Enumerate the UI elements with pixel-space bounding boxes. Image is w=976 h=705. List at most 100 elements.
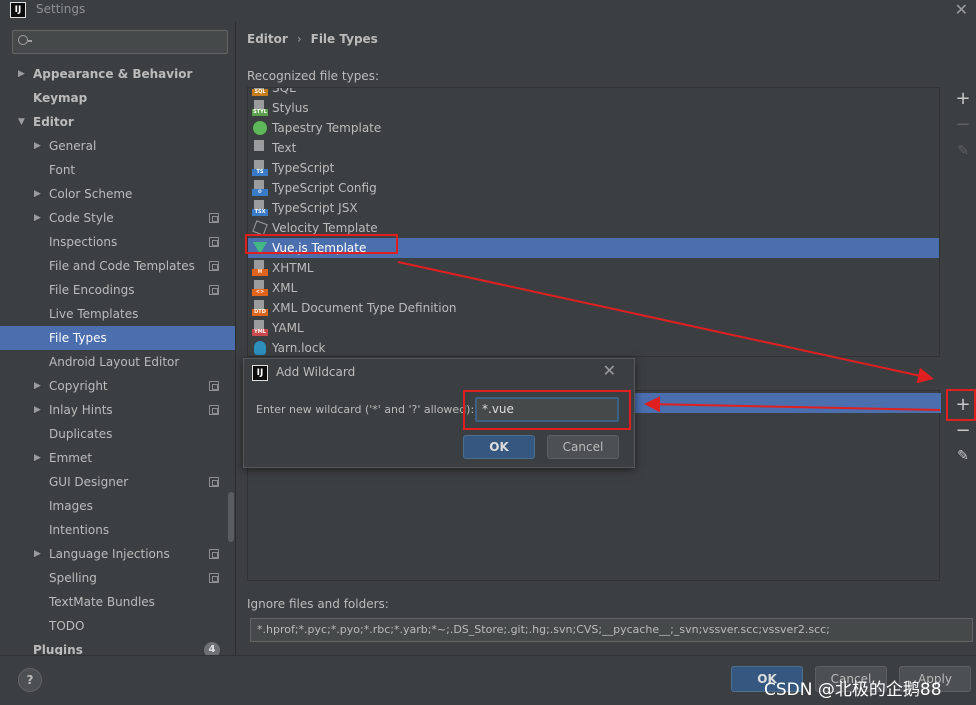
dialog-ok-button[interactable]: OK [463, 435, 535, 459]
dialog-cancel-button[interactable]: Cancel [547, 435, 619, 459]
project-scope-icon [209, 549, 219, 559]
file-type-row[interactable]: <> XML [248, 278, 939, 298]
sidebar-item-images[interactable]: Images [0, 494, 235, 518]
sidebar-item-spelling[interactable]: Spelling [0, 566, 235, 590]
sidebar-item-emmet[interactable]: ▶ Emmet [0, 446, 235, 470]
intellij-app-icon: IJ [10, 2, 26, 18]
breadcrumb: Editor › File Types [247, 32, 378, 46]
sidebar-item-inlay-hints[interactable]: ▶ Inlay Hints [0, 398, 235, 422]
sidebar-item-label: Code Style [49, 211, 114, 225]
typescript-config-icon: ⚙ [252, 180, 268, 196]
file-type-row[interactable]: H XHTML [248, 258, 939, 278]
search-icon [18, 35, 32, 45]
project-scope-icon [209, 285, 219, 295]
sidebar-item-gui-designer[interactable]: GUI Designer [0, 470, 235, 494]
wildcard-prompt-label: Enter new wildcard ('*' and '?' allowed)… [256, 403, 475, 416]
ignore-files-input[interactable]: *.hprof;*.pyc;*.pyo;*.rbc;*.yarb;*~;.DS_… [250, 618, 973, 642]
file-type-row[interactable]: Text [248, 138, 939, 158]
chevron-right-icon[interactable]: ▶ [34, 374, 41, 398]
project-scope-icon [209, 237, 219, 247]
file-type-row[interactable]: TSX TypeScript JSX [248, 198, 939, 218]
file-type-label: XML Document Type Definition [272, 301, 457, 315]
sidebar-item-live-templates[interactable]: Live Templates [0, 302, 235, 326]
sidebar-item-appearance-behavior[interactable]: ▶ Appearance & Behavior [0, 62, 235, 86]
breadcrumb-editor[interactable]: Editor [247, 32, 288, 46]
file-type-label: Tapestry Template [272, 121, 382, 135]
chevron-right-icon[interactable]: ▶ [34, 542, 41, 566]
sidebar-item-label: Inspections [49, 235, 118, 249]
sidebar-item-label: Editor [33, 115, 74, 129]
file-type-row[interactable]: DTD XML Document Type Definition [248, 298, 939, 318]
chevron-right-icon[interactable]: ▶ [34, 182, 41, 206]
sidebar-item-color-scheme[interactable]: ▶ Color Scheme [0, 182, 235, 206]
dialog-footer: ? OK Cancel Apply CSDN @北极的企鹅88 [0, 655, 976, 705]
sidebar-item-inspections[interactable]: Inspections [0, 230, 235, 254]
sidebar-item-keymap[interactable]: Keymap [0, 86, 235, 110]
plugins-update-badge: 4 [204, 642, 220, 655]
sidebar-item-todo[interactable]: TODO [0, 614, 235, 638]
remove-pattern-button[interactable]: − [951, 419, 975, 443]
sidebar-item-label: Language Injections [49, 547, 170, 561]
sidebar-item-copyright[interactable]: ▶ Copyright [0, 374, 235, 398]
sidebar-item-plugins[interactable]: Plugins 4 [0, 638, 235, 655]
file-type-row[interactable]: TS TypeScript [248, 158, 939, 178]
settings-search-input[interactable] [12, 30, 228, 54]
sidebar-item-code-style[interactable]: ▶ Code Style [0, 206, 235, 230]
sidebar-item-android-layout-editor[interactable]: Android Layout Editor [0, 350, 235, 374]
file-type-row[interactable]: Tapestry Template [248, 118, 939, 138]
help-button[interactable]: ? [18, 668, 42, 692]
file-type-row[interactable]: YML YAML [248, 318, 939, 338]
sidebar-item-language-injections[interactable]: ▶ Language Injections [0, 542, 235, 566]
chevron-right-icon[interactable]: ▶ [18, 62, 25, 86]
window-close-button[interactable]: ✕ [955, 0, 968, 19]
chevron-right-icon[interactable]: ▶ [34, 134, 41, 158]
sidebar-item-intentions[interactable]: Intentions [0, 518, 235, 542]
sidebar-item-file-types[interactable]: File Types [0, 326, 235, 350]
settings-tree: ▶ Appearance & Behavior Keymap ▼ Editor ▶ Gene… [0, 62, 235, 655]
file-type-label: TypeScript JSX [272, 201, 358, 215]
edit-pattern-button[interactable]: ✎ [951, 444, 975, 468]
sidebar-item-file-and-code-templates[interactable]: File and Code Templates [0, 254, 235, 278]
dialog-close-button[interactable]: ✕ [603, 361, 616, 380]
sidebar-item-label: Appearance & Behavior [33, 67, 193, 81]
typescript-file-icon: TS [252, 160, 268, 176]
sidebar-item-file-encodings[interactable]: File Encodings [0, 278, 235, 302]
sidebar-item-editor[interactable]: ▼ Editor [0, 110, 235, 134]
yarn-icon [252, 340, 268, 356]
file-type-row[interactable]: STYL Stylus [248, 98, 939, 118]
sidebar-item-duplicates[interactable]: Duplicates [0, 422, 235, 446]
typescript-jsx-icon: TSX [252, 200, 268, 216]
chevron-right-icon[interactable]: ▶ [34, 398, 41, 422]
sidebar-item-label: File Types [49, 331, 107, 345]
chevron-down-icon[interactable]: ▼ [18, 110, 25, 134]
sidebar-item-label: Duplicates [49, 427, 113, 441]
sidebar-scrollbar[interactable] [228, 492, 234, 542]
sidebar-item-general[interactable]: ▶ General [0, 134, 235, 158]
sidebar-item-label: Inlay Hints [49, 403, 113, 417]
xml-file-icon: <> [252, 280, 268, 296]
project-scope-icon [209, 261, 219, 271]
recognized-file-types-list[interactable]: Yarn.lock YML YAML DTD XML Document Type Def… [247, 87, 940, 357]
breadcrumb-separator: › [296, 32, 302, 46]
annotation-box-add-button [946, 389, 976, 421]
sidebar-item-font[interactable]: Font [0, 158, 235, 182]
chevron-right-icon[interactable]: ▶ [34, 446, 41, 470]
sidebar-item-label: File Encodings [49, 283, 135, 297]
add-file-type-button[interactable]: + [951, 87, 975, 111]
file-type-row[interactable]: ⚙ TypeScript Config [248, 178, 939, 198]
dialog-title: Add Wildcard [276, 365, 356, 379]
sidebar-item-label: General [49, 139, 97, 153]
remove-file-type-button[interactable]: − [951, 113, 975, 137]
sidebar-item-label: Intentions [49, 523, 110, 537]
sidebar-item-label: File and Code Templates [49, 259, 195, 273]
project-scope-icon [209, 381, 219, 391]
file-type-row[interactable]: Yarn.lock [248, 338, 939, 356]
settings-sidebar: ▶ Appearance & Behavior Keymap ▼ Editor ▶ Gene… [0, 22, 236, 655]
sidebar-item-textmate-bundles[interactable]: TextMate Bundles [0, 590, 235, 614]
chevron-right-icon[interactable]: ▶ [34, 206, 41, 230]
file-types-panel: Editor › File Types Recognized file types:… [237, 22, 976, 655]
edit-file-type-button[interactable]: ✎ [951, 139, 975, 163]
sidebar-item-label: Emmet [49, 451, 93, 465]
ignore-files-label: Ignore files and folders: [247, 597, 389, 611]
file-type-row[interactable]: SQL SQL [248, 88, 939, 98]
